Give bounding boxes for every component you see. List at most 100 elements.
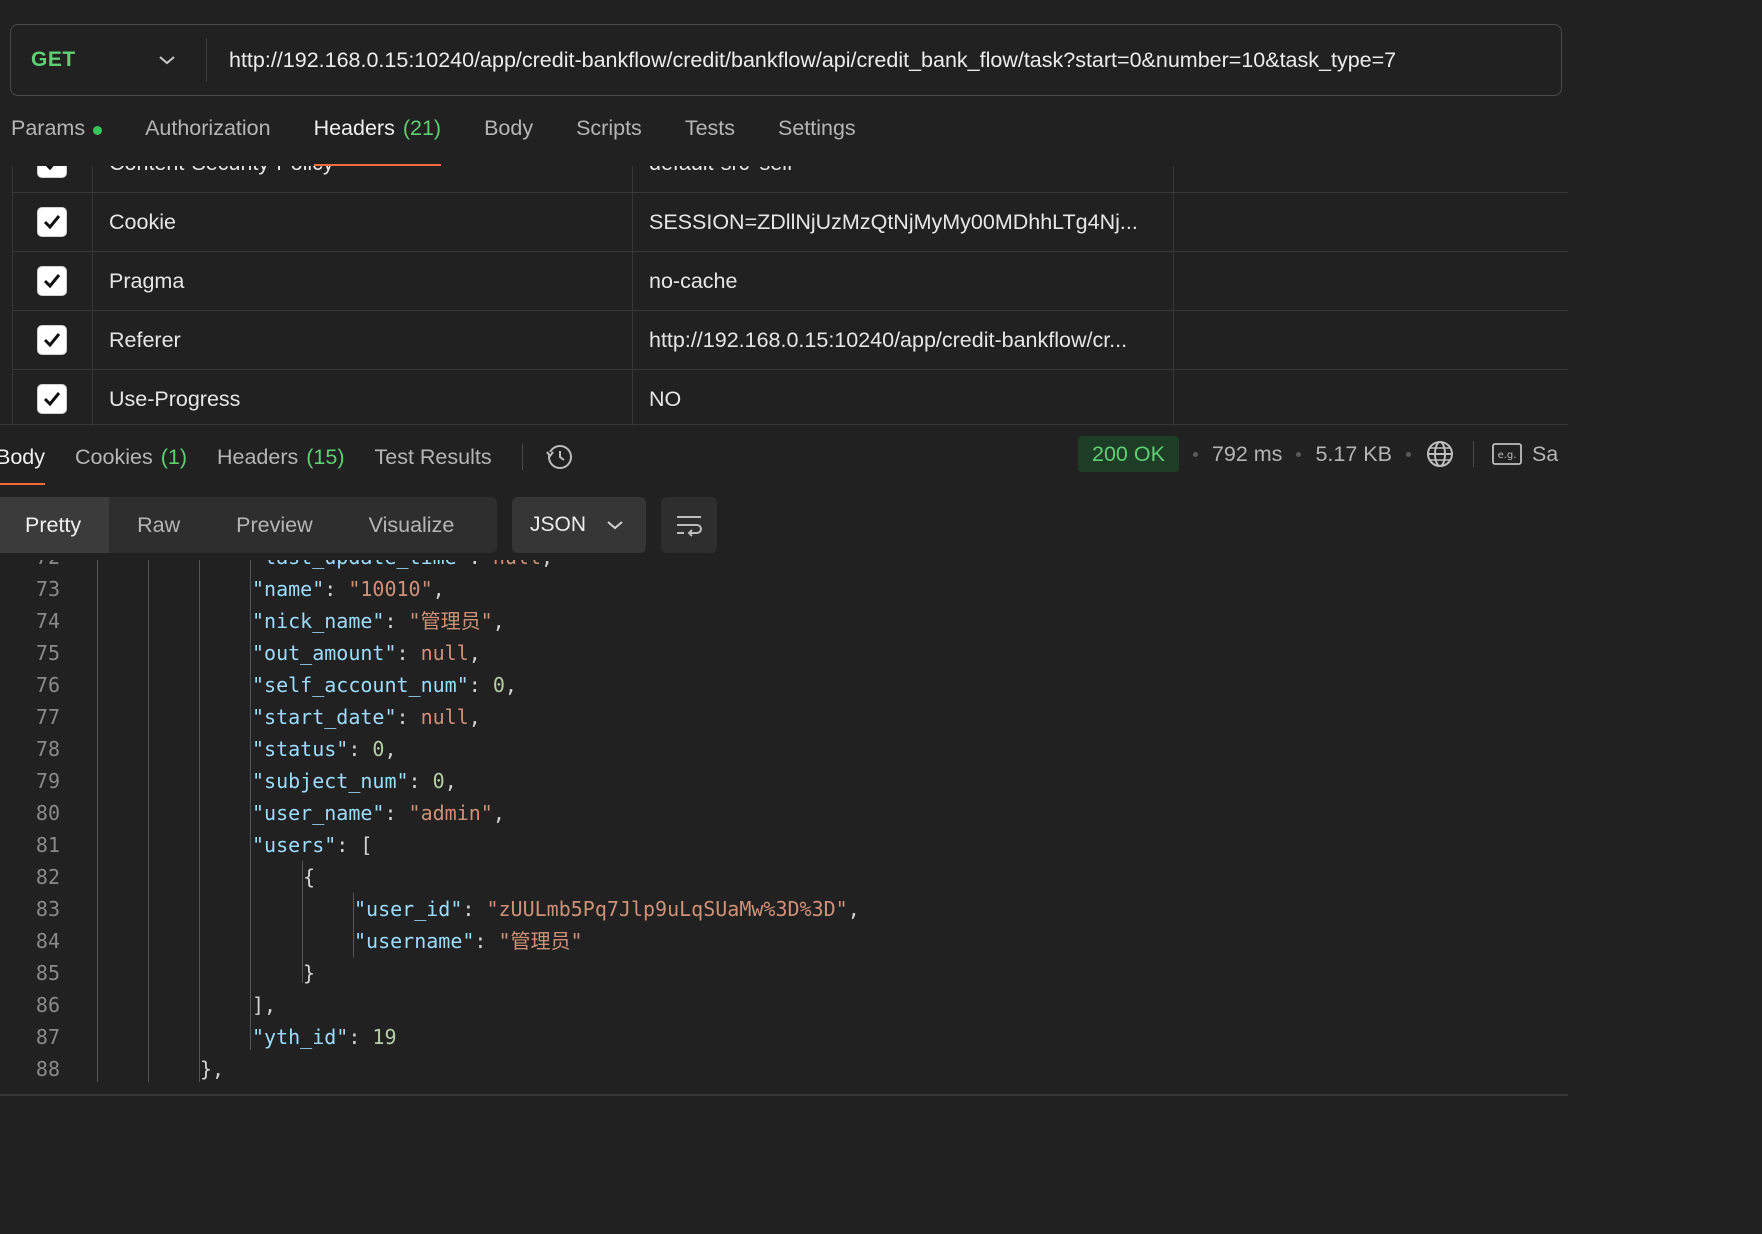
separator-dot [1296, 451, 1302, 457]
tab-body[interactable]: Body [484, 116, 533, 164]
checkbox-cell [12, 166, 93, 192]
wrap-lines-button[interactable] [661, 497, 717, 553]
format-select[interactable]: JSON [512, 497, 646, 553]
status-badge[interactable]: 200 OK [1078, 436, 1179, 472]
row-checkbox[interactable] [37, 166, 67, 178]
code-text: "last_update_time": null, [252, 560, 553, 573]
table-row: Use-Progress NO [12, 370, 1568, 426]
header-key[interactable]: Referer [93, 311, 633, 369]
url-input[interactable]: http://192.168.0.15:10240/app/credit-ban… [207, 48, 1396, 73]
view-raw-button[interactable]: Raw [109, 497, 208, 553]
tab-cookies[interactable]: Cookies (1) [75, 435, 187, 479]
tab-count: (21) [402, 116, 442, 140]
response-time[interactable]: 792 ms [1212, 442, 1283, 467]
check-icon [43, 215, 61, 230]
header-description[interactable] [1174, 370, 1568, 426]
code-line: 85} [0, 957, 1568, 989]
code-text: "yth_id": 19 [252, 1025, 397, 1049]
tab-label: Cookies [75, 444, 153, 469]
code-text: ], [252, 993, 277, 1017]
line-number: 75 [35, 641, 60, 665]
code-text: "user_id": "zUULmb5Pq7Jlp9uLqSUaMw%3D%3D… [354, 897, 860, 921]
header-key[interactable]: Cookie [93, 193, 633, 251]
tab-label: Headers [313, 116, 395, 140]
tab-authorization[interactable]: Authorization [145, 116, 271, 164]
row-checkbox[interactable] [37, 384, 67, 414]
response-divider [0, 424, 1568, 425]
header-description[interactable] [1174, 311, 1568, 369]
line-number: 88 [35, 1057, 60, 1081]
view-pretty-button[interactable]: Pretty [0, 497, 110, 553]
header-description[interactable] [1174, 166, 1568, 192]
header-value[interactable]: NO [633, 370, 1174, 426]
code-line: 74 "nick_name": "管理员", [0, 605, 1568, 637]
tab-scripts[interactable]: Scripts [576, 116, 642, 164]
tab-label: Body [0, 444, 46, 469]
header-description[interactable] [1174, 193, 1568, 251]
code-line: 86], [0, 989, 1568, 1021]
tab-params[interactable]: Params [11, 116, 103, 164]
code-text: "status": 0, [252, 737, 397, 761]
code-line: 78 "status": 0, [0, 733, 1568, 765]
checkbox-cell [12, 311, 93, 369]
tab-tests[interactable]: Tests [685, 116, 735, 164]
params-dot-indicator [93, 126, 103, 135]
tab-headers[interactable]: Headers (21) [313, 116, 442, 166]
headers-table: Content-Security-Policy default-src 'sel… [12, 166, 1568, 426]
globe-icon[interactable] [1425, 439, 1455, 469]
header-key[interactable]: Content-Security-Policy [93, 166, 633, 192]
separator-dot [1405, 451, 1411, 457]
row-checkbox[interactable] [37, 266, 67, 296]
code-text: }, [200, 1057, 225, 1081]
header-description[interactable] [1174, 252, 1568, 310]
wrap-icon [677, 516, 702, 537]
save-response-button[interactable]: Sa [1532, 442, 1558, 467]
header-value[interactable]: SESSION=ZDllNjUzMzQtNjMyMy00MDhhLTg4Nj..… [633, 193, 1174, 251]
view-toolbar: Pretty Raw Preview Visualize JSON [0, 497, 717, 553]
example-icon[interactable]: e.g. [1492, 442, 1522, 466]
row-checkbox[interactable] [37, 207, 67, 237]
divider [521, 444, 523, 470]
chevron-down-icon [607, 521, 623, 530]
code-line: 83 "user_id": "zUULmb5Pq7Jlp9uLqSUaMw%3D%… [0, 893, 1568, 925]
example-icon-label: e.g. [1498, 450, 1517, 461]
response-size[interactable]: 5.17 KB [1315, 442, 1392, 467]
checkbox-cell [12, 252, 93, 310]
tab-test-results[interactable]: Test Results [374, 435, 491, 479]
tab-label: Settings [778, 116, 856, 140]
table-row: Pragma no-cache [12, 252, 1568, 311]
tab-settings[interactable]: Settings [778, 116, 856, 164]
tab-label: Scripts [576, 116, 642, 140]
tab-response-body[interactable]: Body [0, 435, 46, 485]
header-value[interactable]: default-src 'self' [633, 166, 1174, 192]
header-value[interactable]: no-cache [633, 252, 1174, 310]
header-key[interactable]: Use-Progress [93, 370, 633, 426]
view-visualize-button[interactable]: Visualize [341, 497, 483, 553]
code-text: "name": "10010", [252, 577, 445, 601]
check-icon [43, 274, 61, 289]
line-number: 79 [35, 769, 60, 793]
line-number: 83 [35, 897, 60, 921]
code-text: "out_amount": null, [252, 641, 481, 665]
header-value[interactable]: http://192.168.0.15:10240/app/credit-ban… [633, 311, 1174, 369]
history-icon[interactable] [545, 442, 575, 472]
tab-count: (1) [160, 444, 187, 469]
tab-label: Authorization [145, 116, 271, 140]
code-line: 84 "username": "管理员" [0, 925, 1568, 957]
line-number: 82 [35, 865, 60, 889]
view-preview-button[interactable]: Preview [208, 497, 340, 553]
chevron-down-icon [159, 56, 175, 65]
table-row: Content-Security-Policy default-src 'sel… [12, 166, 1568, 193]
line-number: 87 [35, 1025, 60, 1049]
code-line: 73 "name": "10010", [0, 573, 1568, 605]
code-text: "start_date": null, [252, 705, 481, 729]
checkbox-cell [12, 193, 93, 251]
header-key[interactable]: Pragma [93, 252, 633, 310]
tab-label: Body [484, 116, 534, 140]
line-number: 73 [35, 577, 60, 601]
row-checkbox[interactable] [37, 325, 67, 355]
response-body-code[interactable]: 72 "last_update_time": null, 73 "name": "10… [0, 560, 1568, 1090]
code-text: "nick_name": "管理员", [252, 609, 505, 633]
tab-response-headers[interactable]: Headers (15) [217, 435, 345, 479]
method-selector[interactable]: GET [11, 38, 207, 82]
